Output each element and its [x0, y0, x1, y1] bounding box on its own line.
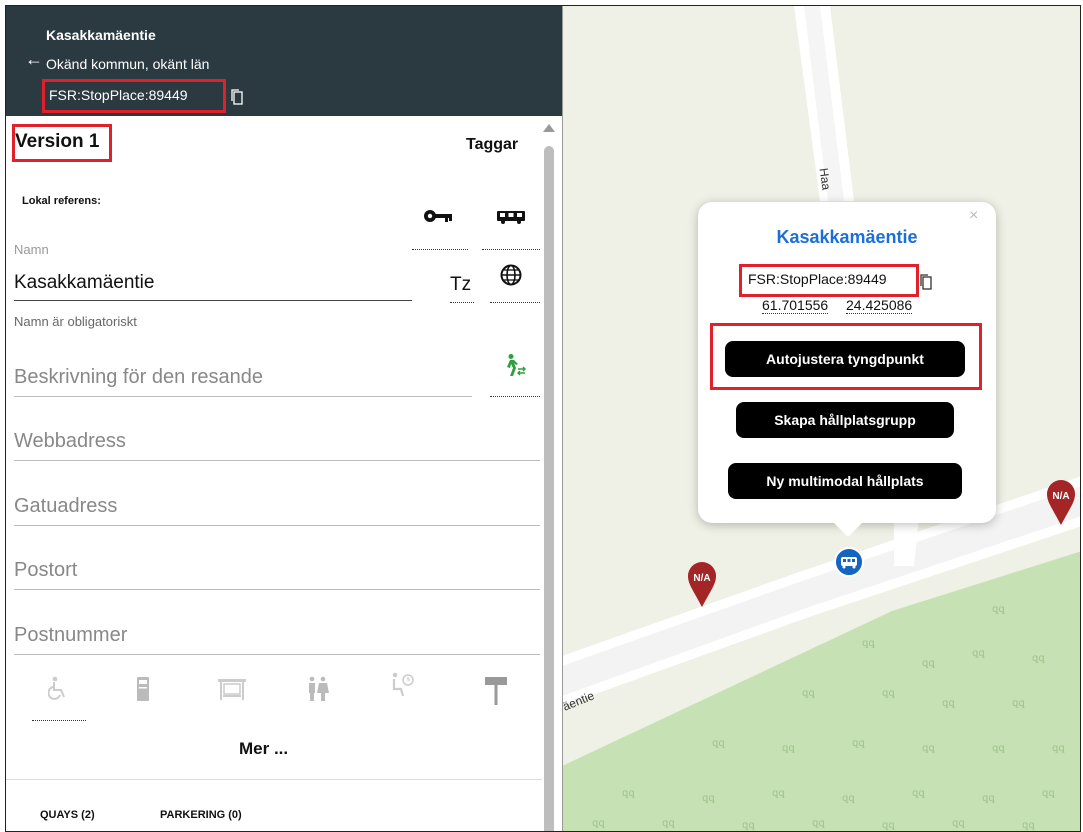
- web-underline: [14, 460, 540, 461]
- map-pin-icon: N/A: [1047, 480, 1075, 525]
- tab-parking[interactable]: PARKERING (0): [160, 809, 242, 821]
- svg-text:ꝗꝗ: ꝗꝗ: [952, 818, 965, 829]
- globe-icon[interactable]: [500, 264, 522, 291]
- arrow-left-icon[interactable]: ←: [25, 50, 43, 68]
- svg-text:ꝗꝗ: ꝗꝗ: [862, 638, 875, 649]
- map-pin-icon: N/A: [688, 562, 716, 607]
- more-button[interactable]: Mer ...: [239, 739, 288, 759]
- walk-underline: [490, 396, 540, 397]
- scroll-up-arrow-icon[interactable]: [543, 124, 555, 132]
- local-reference-label: Lokal referens:: [22, 195, 101, 207]
- svg-text:ꝗꝗ: ꝗꝗ: [592, 818, 605, 829]
- svg-text:ꝗꝗ: ꝗꝗ: [742, 820, 755, 831]
- svg-text:ꝗꝗ: ꝗꝗ: [812, 818, 825, 829]
- svg-text:ꝗꝗ: ꝗꝗ: [842, 793, 855, 804]
- ticket-machine-icon[interactable]: [136, 676, 150, 707]
- sign-icon[interactable]: [484, 676, 508, 711]
- svg-text:ꝗꝗ: ꝗꝗ: [992, 743, 1005, 754]
- svg-text:ꝗꝗ: ꝗꝗ: [802, 688, 815, 699]
- header-subtitle: Okänd kommun, okänt län: [46, 56, 210, 72]
- wheelchair-underline: [32, 720, 86, 721]
- street-underline: [14, 525, 540, 526]
- walk-transfer-icon[interactable]: [502, 353, 528, 384]
- scrollbar-thumb[interactable]: [544, 146, 554, 831]
- copy-icon[interactable]: [231, 89, 245, 105]
- header-title: Kasakkamäentie: [46, 27, 156, 43]
- svg-text:N/A: N/A: [693, 573, 710, 584]
- city-underline: [14, 589, 540, 590]
- name-helper-text: Namn är obligatoriskt: [14, 314, 137, 329]
- header-stop-id: FSR:StopPlace:89449: [49, 87, 188, 103]
- name-underline: [14, 300, 412, 301]
- svg-text:ꝗꝗ: ꝗꝗ: [922, 658, 935, 669]
- waiting-room-icon[interactable]: [390, 672, 416, 705]
- popup-title: Kasakkamäentie: [776, 227, 918, 247]
- copy-icon[interactable]: [920, 274, 932, 295]
- description-underline: [14, 396, 472, 397]
- create-stop-group-button[interactable]: Skapa hållplatsgrupp: [736, 402, 954, 438]
- stop-editor-panel: Kasakkamäentie ← Okänd kommun, okänt län…: [6, 6, 563, 831]
- tab-quays[interactable]: QUAYS (2): [40, 809, 95, 821]
- svg-text:ꝗꝗ: ꝗꝗ: [972, 648, 985, 659]
- svg-text:ꝗꝗ: ꝗꝗ: [882, 688, 895, 699]
- version-label: Version 1: [15, 131, 100, 152]
- bus-icon[interactable]: [496, 210, 526, 229]
- svg-text:ꝗꝗ: ꝗꝗ: [772, 788, 785, 799]
- na-marker-left[interactable]: N/A: [687, 562, 717, 613]
- name-label: Namn: [14, 242, 49, 257]
- key-underline: [412, 249, 468, 250]
- svg-text:ꝗꝗ: ꝗꝗ: [662, 818, 675, 829]
- new-multimodal-stop-button[interactable]: Ny multimodal hållplats: [728, 463, 962, 499]
- svg-text:ꝗꝗ: ꝗꝗ: [1032, 653, 1045, 664]
- popup-tail: [832, 521, 864, 537]
- svg-text:N/A: N/A: [1052, 491, 1069, 502]
- zip-underline: [14, 654, 540, 655]
- svg-text:ꝗꝗ: ꝗꝗ: [982, 793, 995, 804]
- svg-text:ꝗꝗ: ꝗꝗ: [1052, 743, 1065, 754]
- svg-text:ꝗꝗ: ꝗꝗ: [1022, 820, 1035, 831]
- street-address-input[interactable]: Gatuadress: [14, 495, 117, 518]
- globe-underline: [490, 302, 540, 303]
- popup-latitude: 61.701556: [762, 297, 829, 314]
- svg-text:ꝗꝗ: ꝗꝗ: [622, 788, 635, 799]
- wheelchair-icon[interactable]: [47, 676, 68, 707]
- popup-stop-id: FSR:StopPlace:89449: [748, 271, 887, 287]
- popup-longitude: 24.425086: [846, 297, 913, 314]
- description-input[interactable]: Beskrivning för den resande: [14, 366, 263, 389]
- panel-header: Kasakkamäentie ← Okänd kommun, okänt län…: [6, 6, 562, 116]
- tabs-divider: [6, 779, 542, 780]
- app-frame: ꝗꝗ ꝗꝗ ꝗꝗ ꝗꝗ ꝗꝗ ꝗꝗ ꝗꝗ ꝗꝗ ꝗꝗ ꝗꝗ ꝗꝗ ꝗꝗ ꝗꝗ ꝗ…: [5, 5, 1081, 832]
- svg-text:ꝗꝗ: ꝗꝗ: [992, 604, 1005, 615]
- svg-text:ꝗꝗ: ꝗꝗ: [712, 738, 725, 749]
- street-label-north: Haa: [816, 167, 834, 191]
- svg-text:ꝗꝗ: ꝗꝗ: [882, 820, 895, 831]
- shelter-icon[interactable]: [216, 676, 248, 707]
- tags-button[interactable]: Taggar: [466, 136, 518, 154]
- svg-text:ꝗꝗ: ꝗꝗ: [702, 793, 715, 804]
- svg-text:ꝗꝗ: ꝗꝗ: [1012, 698, 1025, 709]
- restroom-icon[interactable]: [306, 676, 330, 707]
- svg-text:ꝗꝗ: ꝗꝗ: [852, 738, 865, 749]
- name-input[interactable]: Kasakkamäentie: [14, 272, 154, 294]
- zip-input[interactable]: Postnummer: [14, 624, 127, 647]
- tz-underline: [450, 302, 474, 303]
- bus-icon: [841, 557, 857, 569]
- popup-close-icon[interactable]: ×: [969, 207, 978, 225]
- na-marker-right[interactable]: N/A: [1046, 480, 1076, 531]
- svg-text:ꝗꝗ: ꝗꝗ: [922, 743, 935, 754]
- svg-text:ꝗꝗ: ꝗꝗ: [782, 743, 795, 754]
- svg-text:ꝗꝗ: ꝗꝗ: [942, 698, 955, 709]
- web-address-input[interactable]: Webbadress: [14, 430, 126, 453]
- timezone-button[interactable]: Tz: [450, 274, 471, 296]
- bus-stop-marker[interactable]: [834, 547, 864, 577]
- bus-underline: [482, 249, 540, 250]
- autojustera-button[interactable]: Autojustera tyngdpunkt: [725, 341, 965, 377]
- svg-text:ꝗꝗ: ꝗꝗ: [912, 788, 925, 799]
- city-input[interactable]: Postort: [14, 559, 77, 582]
- svg-text:ꝗꝗ: ꝗꝗ: [1042, 788, 1055, 799]
- key-icon[interactable]: [423, 208, 453, 229]
